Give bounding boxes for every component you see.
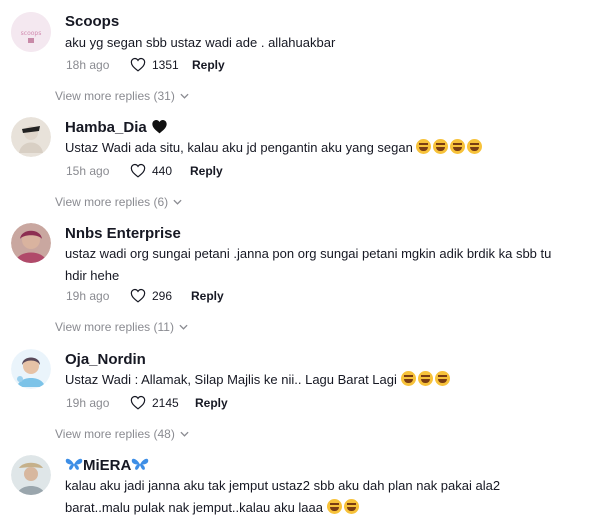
laughing-emoji-icon: [434, 371, 450, 386]
comment-text-content: kalau aku jadi janna aku tak jemput usta…: [65, 478, 501, 515]
like-button[interactable]: 2145: [130, 395, 179, 410]
username-label: Hamba_Dia: [65, 119, 147, 136]
svg-text:scoops: scoops: [21, 30, 42, 37]
comment-text: kalau aku jadi janna aku tak jemput usta…: [65, 475, 565, 519]
view-more-label: View more replies (11): [55, 320, 174, 334]
comment-username[interactable]: MiERA: [65, 457, 149, 474]
laughing-emoji-icon: [433, 139, 449, 154]
laughing-emoji-icon: [326, 499, 342, 514]
comment-time: 19h ago: [66, 396, 110, 410]
like-button[interactable]: 1351: [130, 57, 179, 72]
avatar[interactable]: [11, 223, 51, 263]
avatar[interactable]: [11, 455, 51, 495]
comment-time: 18h ago: [66, 58, 110, 72]
comment-text-content: Ustaz Wadi : Allamak, Silap Majlis ke ni…: [65, 372, 397, 387]
heart-icon[interactable]: [130, 395, 146, 410]
comment-text: ustaz wadi org sungai petani .janna pon …: [65, 243, 565, 287]
avatar-icon: [11, 223, 51, 263]
comment-time: 19h ago: [66, 289, 110, 303]
avatar-icon: scoops: [11, 12, 51, 52]
view-more-label: View more replies (6): [55, 195, 169, 209]
avatar[interactable]: scoops: [11, 12, 51, 52]
avatar-icon: [11, 117, 51, 157]
comment-text-content: ustaz wadi org sungai petani .janna pon …: [65, 246, 552, 283]
like-button[interactable]: 296: [130, 288, 172, 303]
comment-username[interactable]: Nnbs Enterprise: [65, 225, 181, 242]
comment-text: aku yg segan sbb ustaz wadi ade . allahu…: [65, 32, 565, 54]
comment-text: Ustaz Wadi : Allamak, Silap Majlis ke ni…: [65, 369, 565, 391]
laughing-emoji-icon: [400, 371, 416, 386]
like-count: 2145: [152, 395, 179, 410]
like-count: 296: [152, 288, 173, 303]
laughing-emoji-icon: [416, 139, 432, 154]
reply-button[interactable]: Reply: [195, 396, 228, 410]
heart-icon[interactable]: [130, 163, 146, 178]
view-more-label: View more replies (31): [55, 89, 175, 103]
reply-button[interactable]: Reply: [190, 164, 223, 178]
comment-text-content: Ustaz Wadi ada situ, kalau aku jd pengan…: [65, 140, 413, 155]
like-count: 440: [152, 163, 173, 178]
comment-time: 15h ago: [66, 164, 110, 178]
butterfly-emoji-icon: [65, 458, 83, 470]
black-heart-emoji-icon: [152, 120, 167, 134]
view-more-replies[interactable]: View more replies (6): [55, 195, 182, 209]
chevron-down-icon: [180, 93, 189, 99]
reply-button[interactable]: Reply: [191, 289, 224, 303]
butterfly-emoji-icon: [132, 458, 149, 470]
laughing-emoji-icon: [450, 139, 466, 154]
avatar-icon: [11, 455, 51, 495]
view-more-label: View more replies (48): [55, 427, 175, 441]
comment-username[interactable]: Hamba_Dia: [65, 119, 168, 136]
view-more-replies[interactable]: View more replies (48): [55, 427, 189, 441]
chevron-down-icon: [173, 199, 182, 205]
comment-username[interactable]: Scoops: [65, 13, 119, 30]
comment-username[interactable]: Oja_Nordin: [65, 351, 146, 368]
reply-button[interactable]: Reply: [192, 58, 225, 72]
chevron-down-icon: [180, 431, 189, 437]
comment-text: Ustaz Wadi ada situ, kalau aku jd pengan…: [65, 137, 565, 159]
heart-icon[interactable]: [130, 57, 146, 72]
like-button[interactable]: 440: [130, 163, 172, 178]
comment-text-content: aku yg segan sbb ustaz wadi ade . allahu…: [65, 35, 336, 50]
view-more-replies[interactable]: View more replies (11): [55, 320, 188, 334]
avatar[interactable]: [11, 349, 51, 389]
laughing-emoji-icon: [417, 371, 433, 386]
laughing-emoji-icon: [467, 139, 483, 154]
avatar-icon: [11, 349, 51, 389]
avatar[interactable]: [11, 117, 51, 157]
heart-icon[interactable]: [130, 288, 146, 303]
view-more-replies[interactable]: View more replies (31): [55, 89, 189, 103]
username-label: MiERA: [83, 457, 132, 474]
laughing-emoji-icon: [343, 499, 359, 514]
chevron-down-icon: [179, 324, 188, 330]
like-count: 1351: [152, 57, 179, 72]
